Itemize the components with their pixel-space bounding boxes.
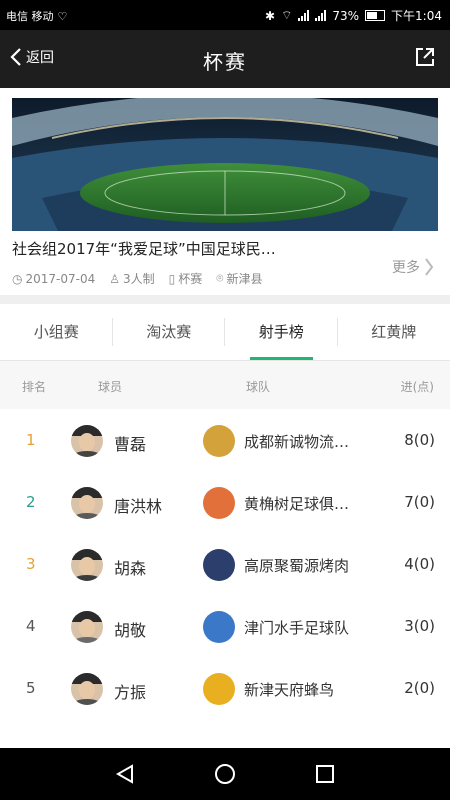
player-name: 胡敬 xyxy=(114,621,147,640)
active-tab-indicator xyxy=(250,357,313,360)
nav-home-button[interactable] xyxy=(214,763,236,789)
heart-icon: ♡ xyxy=(57,9,68,23)
more-label: 更多 xyxy=(392,260,420,276)
team-logo-icon xyxy=(203,549,235,581)
battery-percent: 73% xyxy=(332,8,360,23)
more-button[interactable]: 更多 xyxy=(392,257,434,277)
trophy-icon: ▯ xyxy=(168,271,176,286)
tab-cards[interactable]: 红黄牌 xyxy=(338,304,450,360)
match-location: ⌾ 新津县 xyxy=(216,271,263,286)
header-goals: 进(点) xyxy=(400,380,434,394)
match-date: ◷ 2017-07-04 xyxy=(12,271,96,286)
match-players: ♙ 3人制 xyxy=(109,271,155,287)
player-name: 唐洪林 xyxy=(114,497,163,516)
bluetooth-icon: ✱ xyxy=(265,8,276,23)
app-header: 返回 杯赛 xyxy=(0,30,450,88)
carrier-info: 电信 移动 ♡ xyxy=(6,8,67,24)
team-logo-icon xyxy=(203,673,235,705)
header-team: 球队 xyxy=(246,380,271,394)
team-logo-icon xyxy=(203,425,235,457)
avatar xyxy=(71,487,103,519)
team-name: 高原聚蜀源烤肉 xyxy=(244,557,350,575)
tab-knockout[interactable]: 淘汰赛 xyxy=(113,304,226,360)
header-player: 球员 xyxy=(98,380,123,394)
rank: 5 xyxy=(26,679,36,697)
location-pin-icon: ⌾ xyxy=(216,271,224,285)
battery-icon xyxy=(365,10,386,21)
team-logo-icon xyxy=(203,487,235,519)
team-logo-icon xyxy=(203,611,235,643)
stadium-banner-image[interactable] xyxy=(12,98,438,231)
clock: 下午1:04 xyxy=(391,9,442,23)
system-nav-bar xyxy=(0,748,450,800)
team-name: 黄桷树足球俱… xyxy=(244,495,350,513)
table-row[interactable]: 2 唐洪林 黄桷树足球俱… 7(0) xyxy=(0,471,450,533)
nav-recents-button[interactable] xyxy=(314,763,336,789)
match-title[interactable]: 社会组2017年“我爱足球”中国足球民… xyxy=(12,238,362,259)
rank: 3 xyxy=(26,555,36,573)
team-name: 津门水手足球队 xyxy=(244,619,350,637)
team-name: 成都新诚物流… xyxy=(244,433,350,451)
player-name: 胡森 xyxy=(114,559,147,578)
rank: 1 xyxy=(26,431,36,449)
table-header: 排名 球员 球队 进(点) xyxy=(0,361,450,409)
share-button[interactable] xyxy=(414,46,436,72)
square-recents-icon xyxy=(316,765,334,783)
status-icons: ✱ ⌔ 73% 下午1:04 xyxy=(265,7,442,24)
carrier-text: 电信 移动 xyxy=(6,10,54,23)
rank: 4 xyxy=(26,617,36,635)
goals: 2(0) xyxy=(404,679,435,697)
player-name: 曹磊 xyxy=(114,435,147,454)
match-meta: ◷ 2017-07-04 ♙ 3人制 ▯ 杯赛 ⌾ 新津县 xyxy=(12,270,262,287)
status-bar: 电信 移动 ♡ ✱ ⌔ 73% 下午1:04 xyxy=(0,0,450,30)
signal-icon-2 xyxy=(315,10,327,21)
goals: 4(0) xyxy=(404,555,435,573)
match-type: ▯ 杯赛 xyxy=(168,271,203,287)
share-icon xyxy=(416,48,434,66)
page-title: 杯赛 xyxy=(203,50,247,74)
chevron-right-icon xyxy=(425,258,434,276)
table-row[interactable]: 3 胡森 高原聚蜀源烤肉 4(0) xyxy=(0,533,450,595)
circle-home-icon xyxy=(215,764,235,784)
goals: 3(0) xyxy=(404,617,435,635)
header-rank: 排名 xyxy=(22,380,47,394)
tab-bar: 小组赛 淘汰赛 射手榜 红黄牌 xyxy=(0,304,450,361)
goals: 7(0) xyxy=(404,493,435,511)
avatar xyxy=(71,549,103,581)
goals: 8(0) xyxy=(404,431,435,449)
tab-top-scorers[interactable]: 射手榜 xyxy=(225,304,338,360)
rank: 2 xyxy=(26,493,36,511)
section-divider xyxy=(0,295,450,304)
nav-back-button[interactable] xyxy=(114,763,136,789)
tab-group-stage[interactable]: 小组赛 xyxy=(0,304,113,360)
table-row[interactable]: 5 方振 新津天府蜂鸟 2(0) xyxy=(0,657,450,719)
table-row[interactable]: 4 胡敬 津门水手足球队 3(0) xyxy=(0,595,450,657)
signal-icon xyxy=(298,10,310,21)
table-row[interactable]: 1 曹磊 成都新诚物流… 8(0) xyxy=(0,409,450,471)
avatar xyxy=(71,611,103,643)
triangle-back-icon xyxy=(115,764,133,784)
scorers-list: 1 曹磊 成都新诚物流… 8(0) 2 唐洪林 黄桷树足球俱… 7(0) 3 胡… xyxy=(0,409,450,719)
player-name: 方振 xyxy=(114,683,147,702)
wifi-icon: ⌔ xyxy=(281,8,293,22)
clock-icon: ◷ xyxy=(12,271,23,286)
avatar xyxy=(71,425,103,457)
person-icon: ♙ xyxy=(109,271,120,286)
team-name: 新津天府蜂鸟 xyxy=(244,681,335,699)
avatar xyxy=(71,673,103,705)
